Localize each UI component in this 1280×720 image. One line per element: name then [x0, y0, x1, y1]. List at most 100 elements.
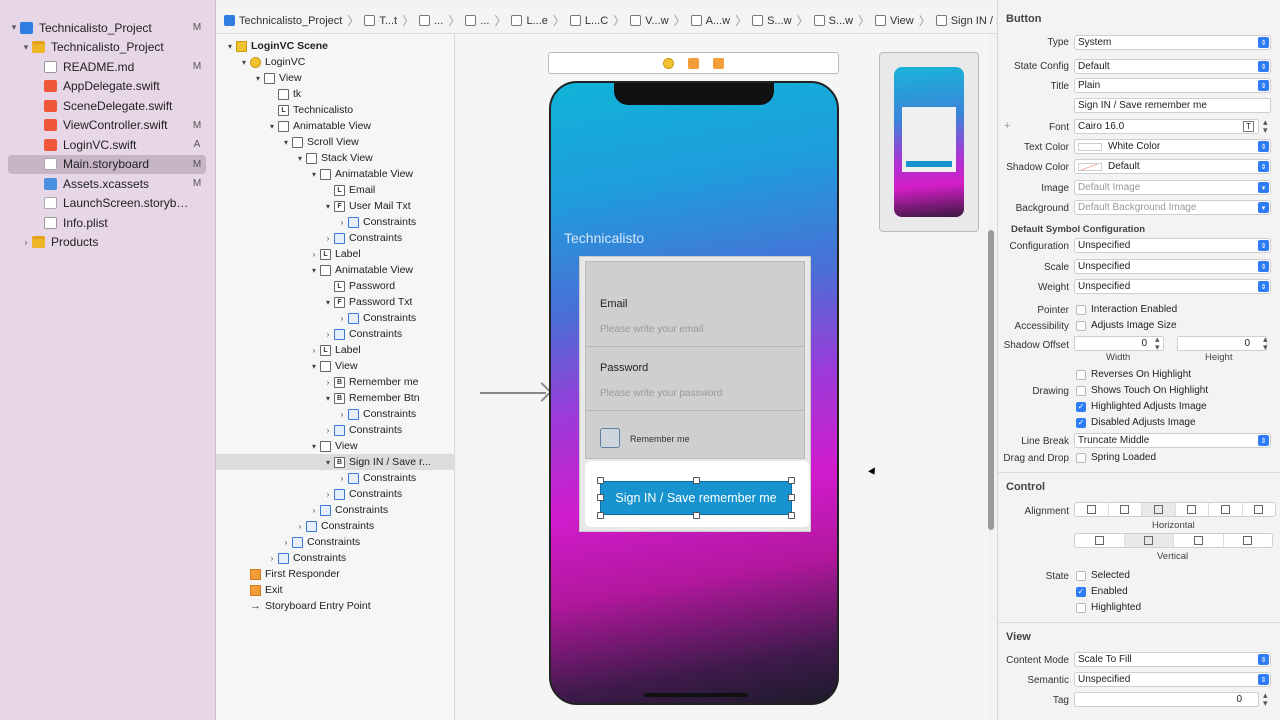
sign-in-button[interactable]: Sign IN / Save remember me: [600, 481, 792, 515]
navigator-item[interactable]: ▾ Technicalisto_Project: [8, 38, 206, 57]
email-label[interactable]: Email: [600, 298, 628, 310]
breadcrumb-item[interactable]: Sign IN / Save remember me: [935, 15, 997, 27]
form-fields-container[interactable]: Email Please write your email Password P…: [585, 261, 805, 459]
resize-handle[interactable]: [788, 477, 795, 484]
scene-minimap[interactable]: [879, 52, 979, 232]
chevron-right-icon[interactable]: ›: [322, 234, 334, 243]
outline-item[interactable]: › Constraints: [216, 422, 455, 438]
outline-item[interactable]: Exit: [216, 582, 455, 598]
navigator-item[interactable]: Main.storyboard M: [8, 154, 206, 174]
stepper-icon[interactable]: ▴ ▾: [1263, 335, 1268, 352]
highlighted-checkbox[interactable]: Highlighted: [1076, 602, 1141, 613]
highlighted-adjusts-image-checkbox[interactable]: ✓ Highlighted Adjusts Image: [1076, 401, 1207, 412]
state-config-popup[interactable]: Default ⇕: [1074, 59, 1271, 74]
outline-item[interactable]: First Responder: [216, 566, 455, 582]
align-vfill-icon[interactable]: [1224, 534, 1273, 547]
outline-item[interactable]: ▾ Animatable View: [216, 118, 455, 134]
breadcrumb-item[interactable]: View 〉: [875, 12, 936, 29]
chevron-down-icon[interactable]: ▾: [280, 138, 292, 147]
breadcrumb-item[interactable]: ... 〉: [419, 12, 465, 29]
chevron-down-icon[interactable]: ▾: [294, 154, 306, 163]
outline-item[interactable]: ▾ View: [216, 438, 455, 454]
shadow-color-popup[interactable]: Default ⇕: [1074, 159, 1271, 174]
chevron-down-icon[interactable]: ▾: [322, 298, 334, 307]
outline-item[interactable]: L Technicalisto: [216, 102, 455, 118]
resize-handle[interactable]: [788, 494, 795, 501]
resize-handle[interactable]: [693, 512, 700, 519]
password-label[interactable]: Password: [600, 362, 648, 374]
outline-item[interactable]: ▾ Animatable View: [216, 166, 455, 182]
chevron-down-icon[interactable]: ▾: [322, 202, 334, 211]
navigator-item[interactable]: LaunchScreen.storybo...: [8, 194, 206, 213]
breadcrumb-item[interactable]: S...w 〉: [813, 12, 875, 29]
outline-item[interactable]: ▾ B Remember Btn: [216, 390, 455, 406]
remember-me-checkbox[interactable]: [600, 428, 620, 448]
navigator-item[interactable]: README.md M: [8, 57, 206, 76]
chevron-right-icon[interactable]: ›: [322, 490, 334, 499]
chevron-down-icon[interactable]: ▾: [308, 170, 320, 179]
align-fill-icon[interactable]: [1142, 503, 1176, 516]
text-color-popup[interactable]: White Color ⇕: [1074, 139, 1271, 154]
outline-item[interactable]: ▾ View: [216, 358, 455, 374]
align-top-icon[interactable]: [1075, 534, 1125, 547]
outline-item[interactable]: › Constraints: [216, 550, 455, 566]
background-field[interactable]: Default Background Image ▾: [1074, 200, 1271, 215]
outline-item[interactable]: ▾ Animatable View: [216, 262, 455, 278]
password-field[interactable]: Please write your password: [600, 388, 722, 399]
vertical-alignment-control[interactable]: [1074, 533, 1273, 548]
outline-item[interactable]: › Constraints: [216, 230, 455, 246]
semantic-popup[interactable]: Unspecified ⇕: [1074, 672, 1271, 687]
chevron-right-icon[interactable]: ›: [308, 506, 320, 515]
outline-item[interactable]: › Constraints: [216, 502, 455, 518]
selected-checkbox[interactable]: Selected: [1076, 570, 1130, 581]
navigator-item[interactable]: AppDelegate.swift: [8, 77, 206, 96]
outline-item[interactable]: › Constraints: [216, 534, 455, 550]
line-break-popup[interactable]: Truncate Middle ⇕: [1074, 433, 1271, 448]
scale-popup[interactable]: Unspecified ⇕: [1074, 259, 1271, 274]
breadcrumb-item[interactable]: S...w 〉: [752, 12, 813, 29]
chevron-down-icon[interactable]: ▾: [238, 58, 250, 67]
resize-handle[interactable]: [597, 494, 604, 501]
breadcrumb-item[interactable]: Technicalisto_Project 〉: [224, 12, 364, 29]
outline-item[interactable]: L Password: [216, 278, 455, 294]
shows-touch-checkbox[interactable]: Shows Touch On Highlight: [1076, 385, 1208, 396]
shadow-width-field[interactable]: 0: [1074, 336, 1164, 351]
navigator-item[interactable]: › Products: [8, 233, 206, 252]
align-right-icon[interactable]: [1176, 503, 1209, 516]
outline-item[interactable]: › Constraints: [216, 470, 455, 486]
type-popup[interactable]: System ⇕: [1074, 35, 1271, 50]
breadcrumb-item[interactable]: A...w 〉: [690, 12, 752, 29]
content-mode-popup[interactable]: Scale To Fill ⇕: [1074, 652, 1271, 667]
storyboard-canvas[interactable]: Technicalisto Email Please write your em…: [456, 34, 989, 720]
enabled-checkbox[interactable]: ✓ Enabled: [1076, 586, 1128, 597]
outline-item[interactable]: ▾ View: [216, 70, 455, 86]
adjusts-image-size-checkbox[interactable]: Adjusts Image Size: [1076, 320, 1177, 331]
outline-item[interactable]: tk: [216, 86, 455, 102]
login-form-card[interactable]: Email Please write your email Password P…: [579, 256, 811, 532]
outline-item[interactable]: ▾ LoginVC: [216, 54, 455, 70]
title-text-field[interactable]: Sign IN / Save remember me: [1074, 98, 1271, 113]
align-left-icon[interactable]: [1075, 503, 1109, 516]
breadcrumb-item[interactable]: ... 〉: [465, 12, 511, 29]
add-variation-icon[interactable]: +: [1004, 120, 1010, 132]
chevron-down-icon[interactable]: ▾: [224, 42, 236, 51]
resize-handle[interactable]: [693, 477, 700, 484]
email-field[interactable]: Please write your email: [600, 324, 703, 335]
chevron-down-icon[interactable]: ▾: [20, 42, 32, 53]
font-picker-icon[interactable]: T: [1243, 121, 1254, 132]
outline-item[interactable]: ▾ F User Mail Txt: [216, 198, 455, 214]
navigator-item[interactable]: ViewController.swift M: [8, 116, 206, 135]
interaction-enabled-checkbox[interactable]: Interaction Enabled: [1076, 304, 1177, 315]
chevron-right-icon[interactable]: ›: [280, 538, 292, 547]
outline-item[interactable]: › Constraints: [216, 310, 455, 326]
horizontal-alignment-control[interactable]: [1074, 502, 1276, 517]
chevron-right-icon[interactable]: ›: [308, 346, 320, 355]
navigator-item[interactable]: ▾ Technicalisto_Project M: [8, 18, 206, 37]
sign-in-button-container[interactable]: Sign IN / Save remember me: [585, 461, 810, 527]
first-responder-icon[interactable]: [688, 57, 699, 69]
outline-item[interactable]: ▾ Stack View: [216, 150, 455, 166]
disabled-adjusts-image-checkbox[interactable]: ✓ Disabled Adjusts Image: [1076, 417, 1196, 428]
shadow-height-field[interactable]: 0: [1177, 336, 1267, 351]
chevron-right-icon[interactable]: ›: [308, 250, 320, 259]
breadcrumb-item[interactable]: L...e 〉: [511, 12, 569, 29]
